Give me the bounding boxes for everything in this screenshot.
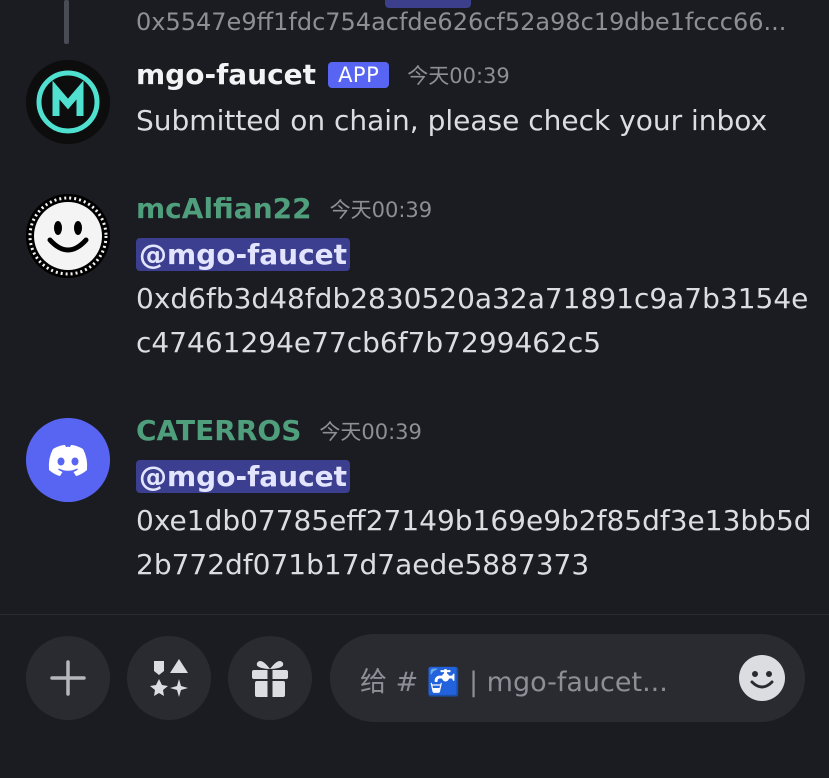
reply-thread-line bbox=[64, 0, 69, 44]
message-line: 0xe1db07785eff27149b169e9b2f85df3e13bb5d bbox=[136, 504, 812, 537]
message-input-placeholder: 给 # 🚰 | mgo-faucet... bbox=[360, 667, 668, 698]
previous-message-hash: 0x5547e9ff1fdc754acfde626cf52a98c19dbe1f… bbox=[136, 8, 787, 36]
app-badge: APP bbox=[328, 61, 390, 88]
message-line: c47461294e77cb6f7b7299462c5 bbox=[136, 326, 602, 359]
add-button[interactable] bbox=[26, 636, 110, 720]
avatar[interactable] bbox=[26, 418, 110, 502]
mango-logo-icon bbox=[26, 60, 110, 144]
user-mention[interactable]: @mgo-faucet bbox=[136, 460, 351, 493]
message-line: 2b772df071b17d7aede5887373 bbox=[136, 548, 590, 581]
username[interactable]: mgo-faucet bbox=[136, 58, 316, 91]
smiley-icon bbox=[740, 656, 784, 700]
message-text: @mgo-faucet 0xe1db07785eff27149b169e9b2f… bbox=[136, 455, 812, 587]
apps-button[interactable] bbox=[127, 636, 211, 720]
gift-button[interactable] bbox=[228, 636, 312, 720]
reply-mention-tag[interactable] bbox=[385, 0, 471, 8]
composer-divider bbox=[0, 614, 829, 615]
avatar[interactable] bbox=[26, 60, 110, 144]
message-line: Submitted on chain, please check your in… bbox=[136, 104, 768, 137]
user-mention[interactable]: @mgo-faucet bbox=[136, 238, 351, 271]
plus-icon bbox=[50, 660, 86, 696]
message-line: 0xd6fb3d48fdb2830520a32a71891c9a7b3154e bbox=[136, 282, 809, 315]
avatar[interactable] bbox=[26, 194, 110, 278]
timestamp: 今天00:39 bbox=[329, 197, 433, 222]
username[interactable]: CATERROS bbox=[136, 414, 301, 447]
smiley-avatar-icon bbox=[26, 194, 110, 278]
timestamp: 今天00:39 bbox=[319, 419, 422, 444]
emoji-button[interactable] bbox=[739, 655, 785, 701]
message-input[interactable]: 给 # 🚰 | mgo-faucet... bbox=[330, 634, 805, 722]
timestamp: 今天00:39 bbox=[407, 63, 510, 88]
username[interactable]: mcAlfian22 bbox=[136, 192, 312, 225]
gift-icon bbox=[252, 661, 288, 697]
message-text: @mgo-faucet 0xd6fb3d48fdb2830520a32a7189… bbox=[136, 233, 808, 365]
message-text: Submitted on chain, please check your in… bbox=[136, 99, 767, 143]
discord-logo-icon bbox=[26, 418, 110, 502]
apps-icon bbox=[150, 659, 188, 697]
